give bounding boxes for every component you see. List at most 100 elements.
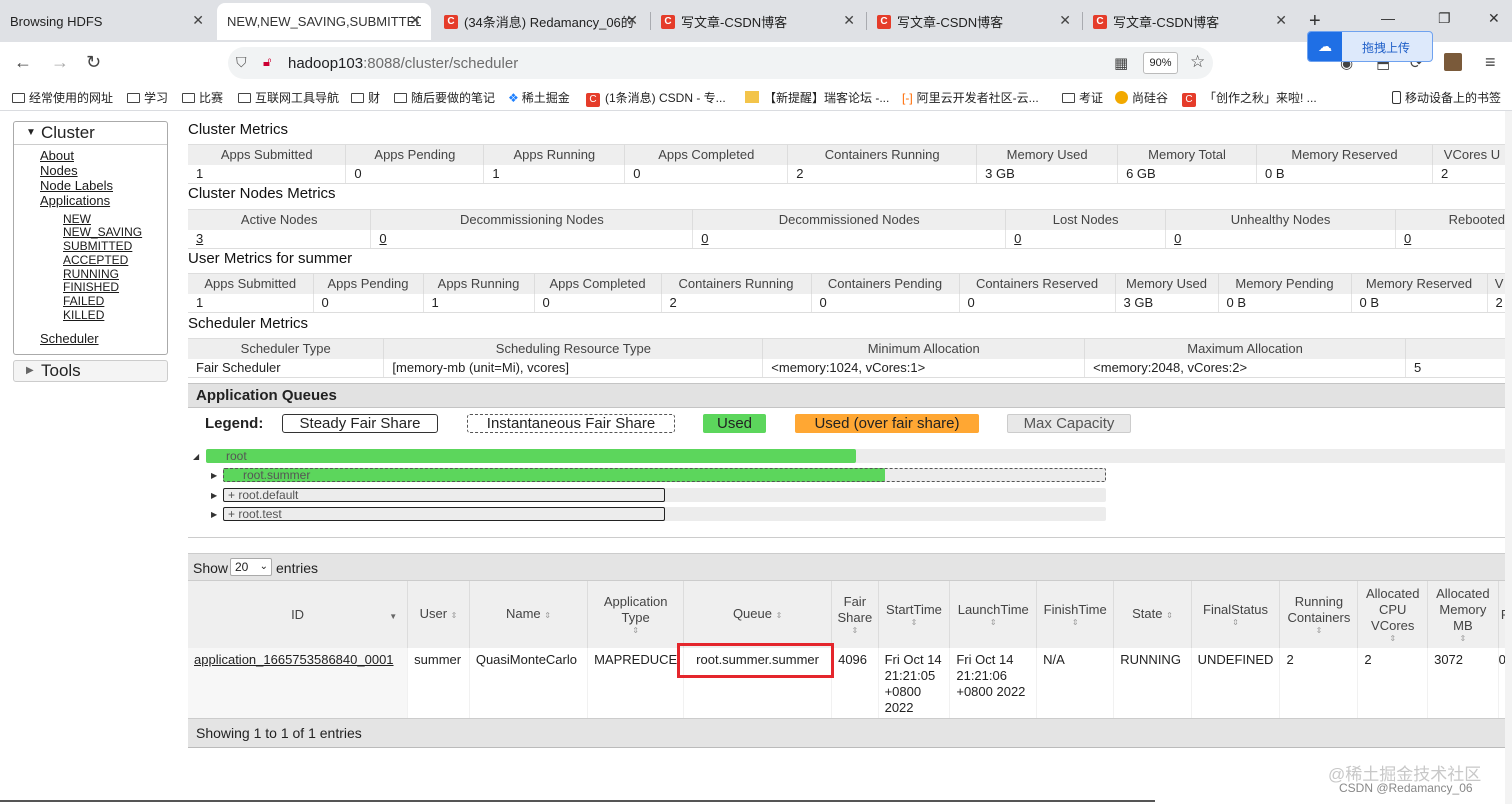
bookmark-folder[interactable]: 经常使用的网址 — [12, 89, 113, 106]
nav-applications-link[interactable]: Applications — [40, 193, 110, 208]
sort-icon: ⇕ — [544, 610, 551, 620]
bookmark-folder[interactable]: 考证 — [1062, 89, 1103, 106]
nav-state-submitted[interactable]: SUBMITTED — [63, 239, 132, 253]
vertical-scrollbar[interactable] — [1505, 111, 1512, 804]
menu-icon[interactable]: ≡ — [1485, 52, 1496, 73]
bookmark-link[interactable]: 【新提醒】瑞客论坛 -... — [745, 89, 889, 106]
column-header-launch[interactable]: LaunchTime ⇕ — [949, 581, 1038, 648]
star-icon[interactable]: ☆ — [1190, 52, 1205, 72]
tab-csdn-write-2[interactable]: C 写文章-CSDN博客 ✕ — [867, 3, 1081, 40]
queue-root-label[interactable]: root — [226, 449, 247, 463]
bookmark-link[interactable]: 尚硅谷 — [1115, 89, 1168, 106]
bookmark-label: 互联网工具导航 — [255, 91, 340, 105]
column-header-running[interactable]: Running Containers ⇕ — [1279, 581, 1359, 648]
nav-nodes-link[interactable]: Nodes — [40, 163, 78, 178]
nav-state-new[interactable]: NEW — [63, 212, 91, 226]
metric-link[interactable]: 0 — [1005, 229, 1167, 249]
close-icon[interactable]: ✕ — [626, 12, 638, 29]
nav-state-killed[interactable]: KILLED — [63, 308, 104, 322]
insecure-lock-icon[interactable]: 🔓︎ — [263, 54, 271, 70]
tab-scheduler[interactable]: NEW,NEW_SAVING,SUBMITTED, ✕ — [217, 3, 431, 40]
bookmark-folder[interactable]: 互联网工具导航 — [238, 89, 339, 106]
column-header-id[interactable]: ID ▼ — [188, 581, 409, 648]
column-header-vcores[interactable]: Allocated CPU VCores ⇕ — [1357, 581, 1429, 648]
column-header-memory[interactable]: Allocated Memory MB ⇕ — [1427, 581, 1499, 648]
header-text: StartTime — [886, 602, 942, 617]
queue-summer-label[interactable]: root.summer — [243, 468, 310, 482]
collapse-triangle-icon[interactable]: ◢ — [193, 452, 199, 461]
column-header-final-status[interactable]: FinalStatus ⇕ — [1191, 581, 1281, 648]
column-header-type[interactable]: Application Type ⇕ — [587, 581, 685, 648]
page-size-select[interactable]: 20 ⌄ — [230, 558, 272, 576]
zoom-level[interactable]: 90% — [1143, 52, 1178, 74]
metric-link[interactable]: 3 — [188, 229, 372, 249]
nav-about-link[interactable]: About — [40, 148, 74, 163]
minimize-icon[interactable]: — — [1381, 10, 1395, 26]
nav-state-finished[interactable]: FINISHED — [63, 280, 119, 294]
column-header-fair-share[interactable]: Fair Share ⇕ — [831, 581, 879, 648]
application-queues-header[interactable]: Application Queues — [188, 383, 1512, 408]
expand-triangle-icon[interactable]: ▶ — [211, 510, 217, 519]
close-icon[interactable]: ✕ — [192, 12, 204, 29]
close-icon[interactable]: ✕ — [843, 12, 855, 29]
queue-default-label[interactable]: + root.default — [228, 488, 298, 502]
bookmark-folder[interactable]: 比赛 — [182, 89, 223, 106]
bookmark-folder[interactable]: 财 — [351, 89, 380, 106]
sort-icon: ⇕ — [1232, 618, 1239, 627]
metric-link[interactable]: 0 — [692, 229, 1007, 249]
forum-icon — [745, 91, 759, 103]
column-header-name[interactable]: Name ⇕ — [469, 581, 589, 648]
nav-state-new-saving[interactable]: NEW_SAVING — [63, 225, 142, 239]
metric-link[interactable]: 0 — [370, 229, 694, 249]
nav-state-failed[interactable]: FAILED — [63, 294, 104, 308]
tab-csdn-write-1[interactable]: C 写文章-CSDN博客 ✕ — [651, 3, 865, 40]
column-header-queue[interactable]: Queue ⇕ — [683, 581, 833, 648]
close-icon[interactable]: ✕ — [1059, 12, 1071, 29]
url-text[interactable]: hadoop103:8088/cluster/scheduler — [288, 55, 518, 72]
nav-state-running[interactable]: RUNNING — [63, 267, 119, 281]
metric-link[interactable]: 0 — [1395, 229, 1512, 249]
bookmark-folder[interactable]: 移动设备上的书签 — [1392, 89, 1501, 106]
bookmark-link[interactable]: C (1条消息) CSDN - 专... — [586, 89, 726, 107]
expand-triangle-icon[interactable]: ▶ — [211, 471, 217, 480]
nav-state-accepted[interactable]: ACCEPTED — [63, 253, 128, 267]
column-header-finish[interactable]: FinishTime ⇕ — [1036, 581, 1115, 648]
queue-test-label[interactable]: + root.test — [228, 507, 282, 521]
bookmark-link[interactable]: C 「创作之秋」来啦! ... — [1182, 89, 1317, 107]
column-header-start[interactable]: StartTime ⇕ — [878, 581, 951, 648]
bookmark-folder[interactable]: 学习 — [127, 89, 168, 106]
close-icon[interactable]: ✕ — [409, 12, 421, 29]
reload-icon[interactable]: ↻ — [86, 52, 101, 73]
queue-root-used-bar — [206, 449, 856, 463]
back-icon[interactable]: ← — [14, 52, 32, 73]
bookmark-link[interactable]: ❖ 稀土掘金 — [508, 89, 570, 106]
column-header-state[interactable]: State ⇕ — [1113, 581, 1192, 648]
bookmark-link[interactable]: [-] 阿里云开发者社区-云... — [902, 89, 1039, 106]
expand-triangle-icon[interactable]: ▶ — [211, 491, 217, 500]
column-header: Containers Running — [661, 273, 812, 294]
column-header: Memory Pending — [1218, 273, 1352, 294]
avatar[interactable] — [1444, 53, 1462, 71]
shield-icon[interactable]: ⛉ — [236, 54, 247, 71]
csdn-icon: C — [661, 14, 675, 29]
column-header-user[interactable]: User ⇕ — [407, 581, 470, 648]
restore-icon[interactable]: ❐ — [1438, 10, 1451, 27]
forward-icon[interactable]: → — [51, 52, 69, 73]
tools-header[interactable]: ▶ Tools — [13, 360, 168, 382]
nav-node-labels-link[interactable]: Node Labels — [40, 178, 113, 193]
metric-link[interactable]: 0 — [1165, 229, 1397, 249]
tab-csdn-messages[interactable]: C (34条消息) Redamancy_06的 ✕ — [434, 3, 648, 40]
tab-browsing-hdfs[interactable]: Browsing HDFS ✕ — [0, 3, 214, 40]
close-icon[interactable]: ✕ — [1275, 12, 1287, 29]
qr-code-icon[interactable]: ▦ — [1114, 54, 1128, 72]
tab-csdn-write-3[interactable]: C 写文章-CSDN博客 ✕ — [1083, 3, 1297, 40]
drag-upload-widget[interactable]: ☁ 拖拽上传 — [1307, 31, 1433, 62]
folder-icon — [182, 93, 195, 103]
cluster-header[interactable]: ▼ Cluster — [14, 122, 167, 145]
horizontal-scrollbar[interactable] — [0, 800, 1155, 802]
bookmark-folder[interactable]: 随后要做的笔记 — [394, 89, 495, 106]
nav-scheduler-link[interactable]: Scheduler — [40, 331, 99, 346]
window-close-icon[interactable]: ✕ — [1488, 10, 1500, 27]
new-tab-icon[interactable]: + — [1309, 10, 1321, 33]
app-id-link[interactable]: application_1665753586840_0001 — [188, 648, 409, 720]
